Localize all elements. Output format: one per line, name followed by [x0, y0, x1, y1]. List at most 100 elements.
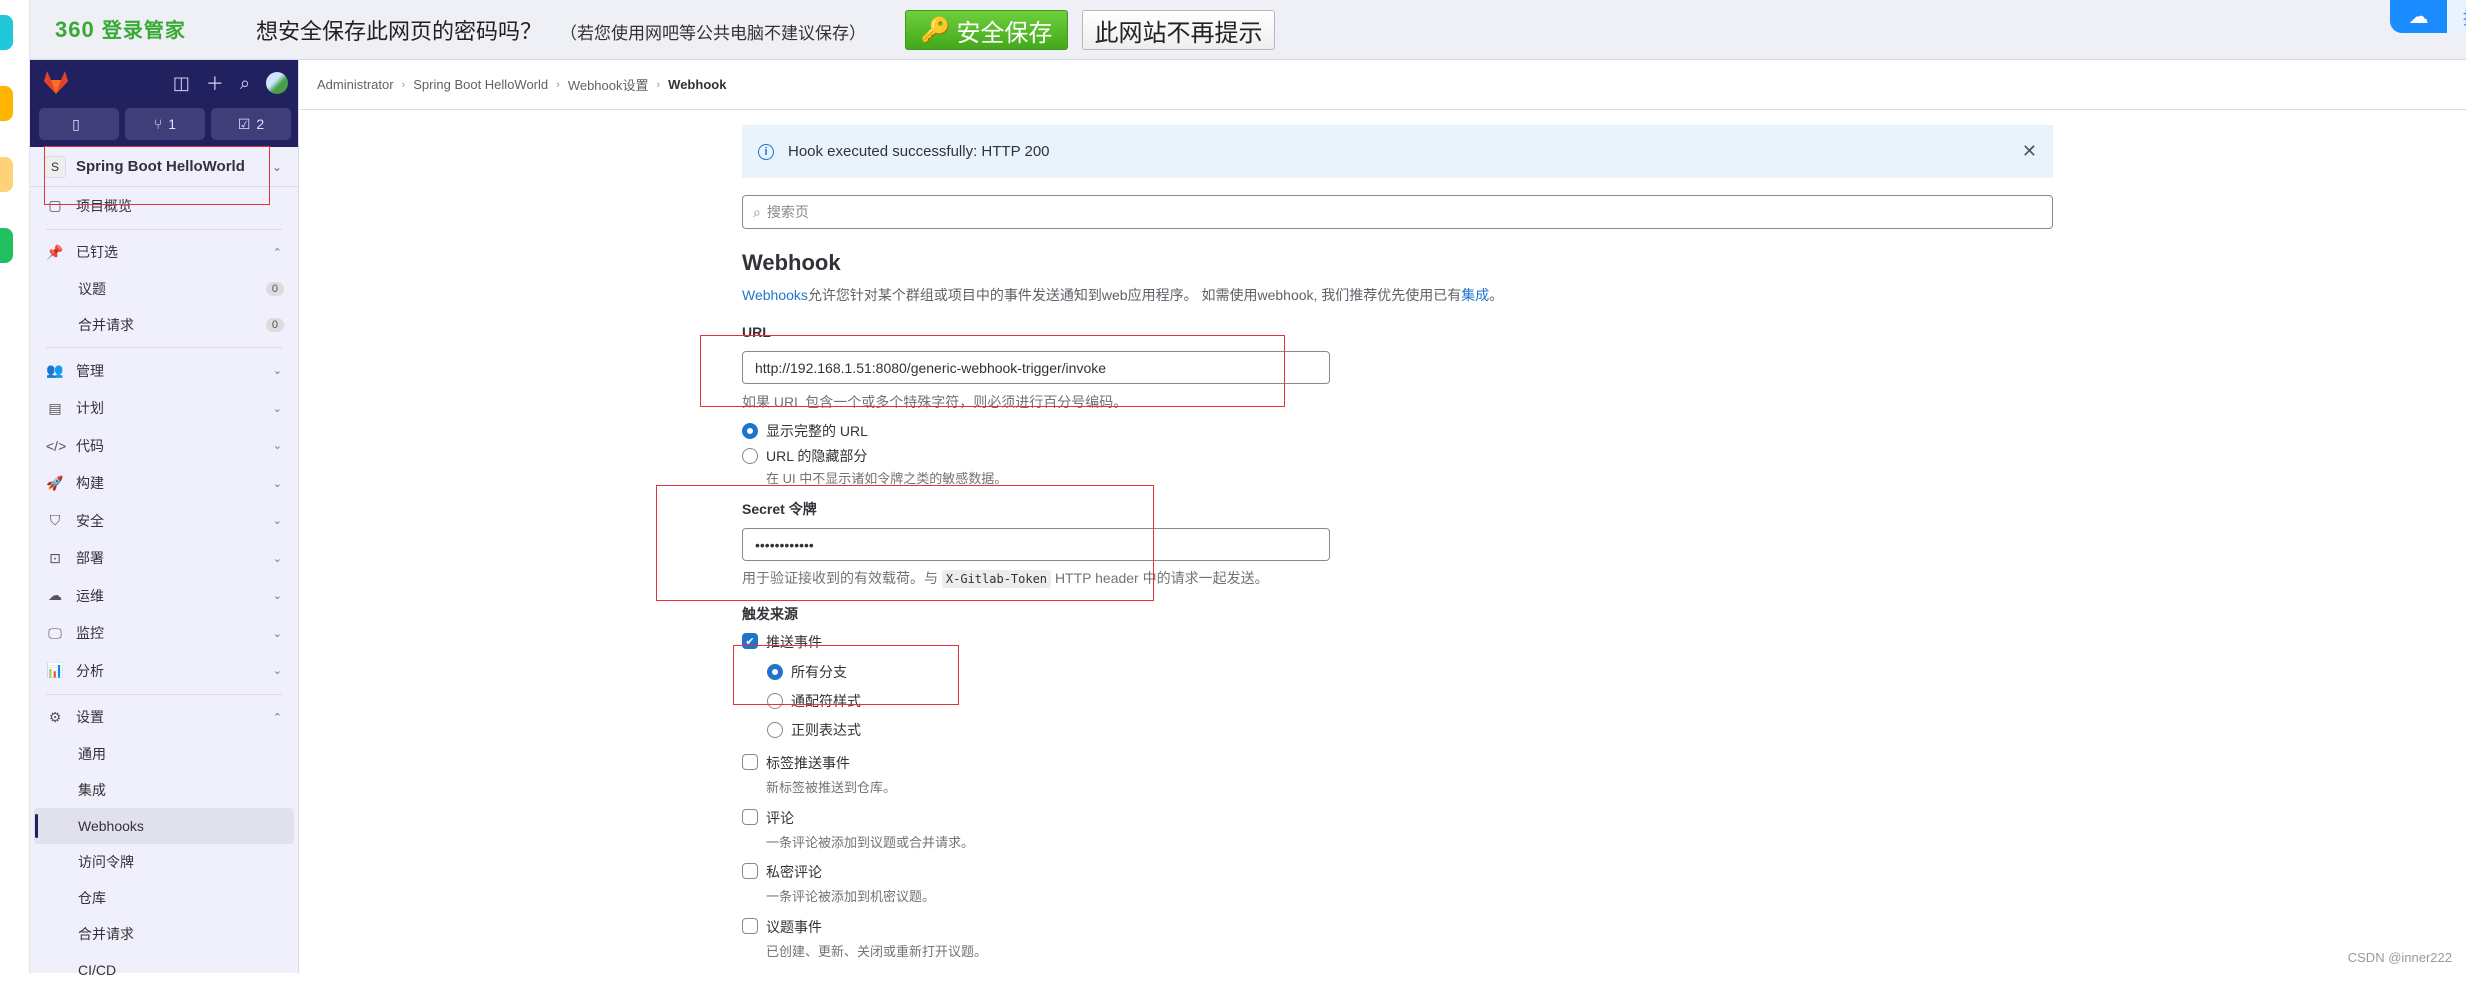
sidebar-item-operate[interactable]: ☁运维⌄ [30, 577, 298, 615]
sidebar-pinned-issues[interactable]: 议题0 [30, 271, 298, 307]
chevron-down-icon: ⌄ [273, 439, 282, 452]
chevron-right-icon: › [657, 79, 661, 91]
sidebar-item-overview[interactable]: ▢项目概览 [30, 187, 298, 225]
sidebar-item-monitor[interactable]: 🖵监控⌄ [30, 615, 298, 653]
password-save-bar: 360 登录管家 想安全保存此网页的密码吗？ （若您使用网吧等公共电脑不建议保存… [30, 0, 2466, 60]
avatar[interactable] [266, 72, 288, 94]
divider [46, 229, 282, 230]
secret-label: Secret 令牌 [742, 499, 817, 519]
chevron-down-icon: ⌄ [273, 477, 282, 490]
checkbox-icon [742, 809, 758, 825]
shield-icon: ⛉ [46, 512, 64, 529]
sidebar-pinned-merge-requests[interactable]: 合并请求0 [30, 307, 298, 343]
brand-logo: 360 登录管家 [55, 14, 186, 43]
sidebar-item-secure[interactable]: ⛉安全⌄ [30, 502, 298, 540]
checkbox-issue-events[interactable]: 议题事件已创建、更新、关闭或重新打开议题。 [742, 917, 987, 960]
radio-wildcard[interactable]: 通配符样式 [767, 691, 861, 711]
pin-icon: 📌 [46, 244, 64, 261]
drag-label[interactable]: 拖拽 [2447, 0, 2466, 33]
breadcrumb-project[interactable]: Spring Boot HelloWorld [413, 77, 548, 92]
todos-counter[interactable]: ☑2 [211, 108, 291, 140]
header-name-code: X-Gitlab-Token [942, 570, 1051, 588]
radio-mask-url[interactable]: URL 的隐藏部分 [742, 446, 867, 466]
gitlab-logo-icon[interactable] [42, 69, 70, 95]
sidebar: ◫ ＋ ⌕ ▯ ⑂1 ☑2 S Spring Boot HelloWorld ⌄… [30, 60, 299, 973]
dock-favorites-icon[interactable] [0, 86, 13, 121]
never-prompt-button[interactable]: 此网站不再提示 [1082, 10, 1275, 50]
issues-counter[interactable]: ▯ [39, 108, 119, 140]
dock-mail-icon[interactable] [0, 228, 13, 263]
merge-requests-counter[interactable]: ⑂1 [125, 108, 205, 140]
sidebar-settings-access-tokens[interactable]: 访问令牌 [30, 844, 298, 880]
sidebar-settings-merge-requests[interactable]: 合并请求 [30, 916, 298, 952]
radio-show-full-url[interactable]: 显示完整的 URL [742, 421, 868, 441]
code-icon: </> [46, 438, 64, 454]
page-title: Webhook [742, 250, 841, 276]
cloud-icon[interactable]: ☁ [2390, 0, 2447, 33]
secret-help: 用于验证接收到的有效载荷。与 X-Gitlab-Token HTTP heade… [742, 568, 1269, 588]
checkbox-tag-push[interactable]: 标签推送事件新标签被推送到仓库。 [742, 753, 896, 796]
breadcrumb-administrator[interactable]: Administrator [317, 77, 394, 92]
integrations-link[interactable]: 集成 [1461, 287, 1489, 303]
sidebar-item-analyze[interactable]: 📊分析⌄ [30, 652, 298, 690]
count-badge: 0 [266, 282, 284, 296]
info-icon: i [758, 144, 774, 160]
radio-all-branches[interactable]: 所有分支 [767, 662, 847, 682]
sidebar-item-code[interactable]: </>代码⌄ [30, 427, 298, 465]
key-icon: 🔑 [921, 16, 951, 45]
chevron-down-icon: ⌄ [273, 589, 282, 602]
sidebar-item-settings[interactable]: ⚙设置⌃ [30, 699, 298, 737]
search-icon[interactable]: ⌕ [240, 73, 250, 94]
safe-save-button[interactable]: 🔑安全保存 [905, 10, 1068, 50]
secret-input[interactable]: •••••••••••• [742, 528, 1330, 561]
plus-icon[interactable]: ＋ [206, 70, 224, 96]
page-description: Webhooks允许您针对某个群组或项目中的事件发送通知到web应用程序。 如需… [742, 285, 1503, 305]
checkbox-comments[interactable]: 评论一条评论被添加到议题或合并请求。 [742, 808, 974, 851]
todo-icon: ☑ [238, 116, 251, 133]
chevron-down-icon: ⌄ [273, 402, 282, 415]
url-input[interactable]: http://192.168.1.51:8080/generic-webhook… [742, 351, 1330, 384]
search-input[interactable]: ⌕ 搜索页 [742, 195, 2053, 229]
webhooks-docs-link[interactable]: Webhooks [742, 287, 808, 303]
breadcrumb-webhook-settings[interactable]: Webhook设置 [568, 75, 649, 94]
sidebar-item-plan[interactable]: ▤计划⌄ [30, 390, 298, 428]
chevron-down-icon: ⌄ [273, 364, 282, 377]
chevron-down-icon: ⌄ [273, 552, 282, 565]
dock-app-icon[interactable] [0, 15, 13, 50]
dock-weibo-icon[interactable] [0, 157, 13, 192]
alert-text: Hook executed successfully: HTTP 200 [788, 143, 1050, 160]
checkbox-icon [742, 754, 758, 770]
radio-unselected-icon [767, 722, 783, 738]
gear-icon: ⚙ [46, 709, 64, 726]
radio-unselected-icon [767, 693, 783, 709]
checkbox-icon [742, 918, 758, 934]
chevron-down-icon: ⌄ [273, 514, 282, 527]
sidebar-settings-webhooks[interactable]: Webhooks [34, 808, 294, 844]
sidebar-item-manage[interactable]: 👥管理⌄ [30, 352, 298, 390]
sidebar-toggle-icon[interactable]: ◫ [173, 73, 190, 94]
checkbox-confidential-comments[interactable]: 私密评论一条评论被添加到机密议题。 [742, 862, 935, 905]
chevron-down-icon: ⌄ [273, 664, 282, 677]
sidebar-settings-general[interactable]: 通用 [30, 736, 298, 772]
breadcrumb: Administrator › Spring Boot HelloWorld ›… [300, 60, 2466, 110]
checkbox-push-events[interactable]: ✔推送事件 [742, 632, 822, 652]
radio-selected-icon [767, 664, 783, 680]
sidebar-settings-integrations[interactable]: 集成 [30, 772, 298, 808]
triggers-label: 触发来源 [742, 604, 798, 624]
browser-dock [0, 0, 30, 973]
radio-regex[interactable]: 正则表达式 [767, 720, 861, 740]
calendar-icon: ▤ [46, 400, 64, 417]
project-switcher[interactable]: S Spring Boot HelloWorld ⌄ [30, 147, 298, 187]
close-icon[interactable]: ✕ [2022, 141, 2037, 162]
sidebar-header: ◫ ＋ ⌕ ▯ ⑂1 ☑2 [30, 60, 298, 147]
chevron-right-icon: › [556, 79, 560, 91]
chart-icon: 📊 [46, 662, 64, 679]
sidebar-settings-repository[interactable]: 仓库 [30, 880, 298, 916]
sidebar-item-pinned[interactable]: 📌已钉选⌃ [30, 234, 298, 272]
sidebar-settings-cicd[interactable]: CI/CD [30, 952, 298, 988]
sidebar-item-deploy[interactable]: ⊡部署⌄ [30, 540, 298, 578]
sidebar-item-build[interactable]: 🚀构建⌄ [30, 465, 298, 503]
project-avatar: S [44, 156, 66, 178]
project-icon: ▢ [46, 197, 64, 214]
count-badge: 0 [266, 318, 284, 332]
